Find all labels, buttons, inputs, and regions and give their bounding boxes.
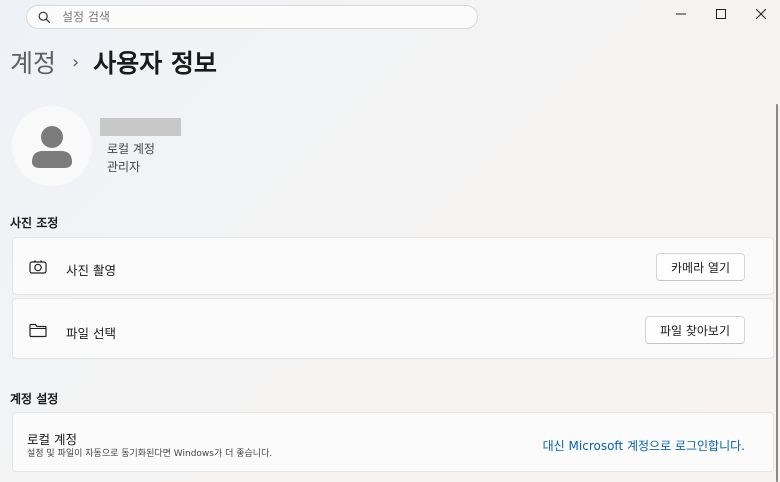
take-photo-card: 사진 촬영 카메라 열기 (12, 237, 774, 295)
maximize-button[interactable] (702, 0, 740, 30)
scrollbar[interactable] (776, 104, 778, 482)
take-photo-label: 사진 촬영 (66, 263, 116, 278)
local-account-description: 설정 및 파일이 자동으로 동기화된다면 Windows가 더 좋습니다. (27, 449, 273, 459)
close-icon (755, 8, 767, 23)
photo-section-title: 사진 조정 (10, 216, 59, 230)
open-camera-button[interactable]: 카메라 열기 (655, 253, 745, 281)
choose-file-label: 파일 선택 (66, 326, 116, 341)
breadcrumb: 계정 › 사용자 정보 (10, 44, 217, 80)
search-box[interactable] (26, 5, 478, 29)
minimize-icon (676, 8, 686, 23)
avatar (12, 106, 92, 186)
camera-icon (29, 258, 47, 276)
page-title: 사용자 정보 (93, 49, 217, 78)
account-section-title: 계정 설정 (10, 392, 59, 406)
user-silhouette-icon (32, 126, 72, 168)
breadcrumb-separator-icon: › (72, 51, 80, 73)
choose-file-card: 파일 선택 파일 찾아보기 (12, 298, 774, 359)
account-role: 관리자 (107, 160, 141, 174)
folder-icon (29, 321, 47, 339)
local-account-card: 로컬 계정 설정 및 파일이 자동으로 동기화된다면 Windows가 더 좋습… (12, 412, 774, 472)
search-input[interactable] (60, 9, 464, 25)
search-icon (36, 9, 52, 25)
minimize-button[interactable] (662, 0, 700, 30)
account-type: 로컬 계정 (107, 142, 155, 156)
breadcrumb-parent[interactable]: 계정 (10, 44, 56, 80)
user-name-redacted (100, 118, 181, 136)
microsoft-signin-link[interactable]: 대신 Microsoft 계정으로 로그인합니다. (543, 437, 745, 454)
maximize-icon (716, 8, 726, 23)
browse-files-button[interactable]: 파일 찾아보기 (644, 316, 745, 344)
close-button[interactable] (742, 0, 780, 30)
